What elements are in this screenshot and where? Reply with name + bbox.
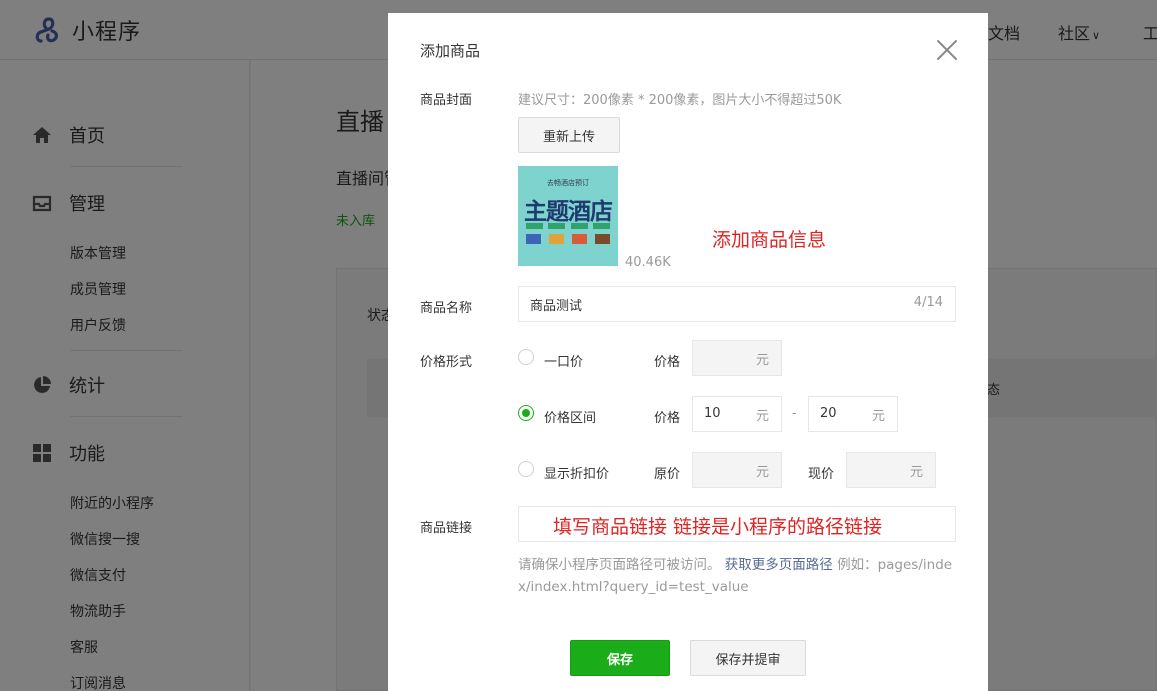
save-and-submit-button[interactable]: 保存并提审 <box>690 640 806 676</box>
price-field-label: 价格 <box>654 411 681 426</box>
file-size: 40.46K <box>625 255 671 270</box>
link-help-text: 请确保小程序页面路径可被访问。 获取更多页面路径 例如：pages/index/… <box>518 554 958 598</box>
product-name-input[interactable]: 商品测试 4/14 <box>518 286 956 322</box>
more-paths-link[interactable]: 获取更多页面路径 <box>725 557 833 573</box>
unit-label: 元 <box>871 409 885 424</box>
original-price-label: 原价 <box>654 467 681 482</box>
price-range-max-input[interactable]: 20 元 <box>808 396 898 432</box>
price-format-label: 价格形式 <box>420 355 473 370</box>
unit-label: 元 <box>755 465 769 480</box>
add-product-dialog: 添加商品 商品封面 建议尺寸：200像素 * 200像素，图片大小不得超过50K… <box>388 13 988 691</box>
radio-discount-price[interactable] <box>518 461 534 477</box>
cover-label: 商品封面 <box>420 93 473 108</box>
radio-price-range-label[interactable]: 价格区间 <box>544 407 596 426</box>
range-separator: - <box>792 406 797 421</box>
annotation-link: 填写商品链接 链接是小程序的路径链接 <box>553 516 883 538</box>
current-price-label: 现价 <box>808 467 835 482</box>
price-range-max-value: 20 <box>820 406 837 421</box>
save-button[interactable]: 保存 <box>570 640 670 676</box>
radio-fixed-price-label[interactable]: 一口价 <box>544 351 583 370</box>
cover-hint: 建议尺寸：200像素 * 200像素，图片大小不得超过50K <box>518 93 842 108</box>
original-price-input[interactable]: 元 <box>692 452 782 488</box>
cover-image-icons <box>526 234 610 244</box>
cover-image-caption: 去畅酒店预订 <box>547 179 589 187</box>
link-help-prefix: 请确保小程序页面路径可被访问。 <box>518 557 721 573</box>
unit-label: 元 <box>909 465 923 480</box>
radio-fixed-price[interactable] <box>518 349 534 365</box>
link-label: 商品链接 <box>420 521 473 536</box>
cover-image-tags <box>526 223 610 229</box>
product-link-input[interactable]: 填写商品链接 链接是小程序的路径链接 <box>518 506 956 542</box>
reupload-button[interactable]: 重新上传 <box>518 117 620 153</box>
dialog-title: 添加商品 <box>420 42 481 60</box>
char-counter: 4/14 <box>913 295 943 310</box>
annotation-add-info: 添加商品信息 <box>712 229 827 251</box>
unit-label: 元 <box>755 409 769 424</box>
radio-price-range[interactable] <box>518 405 534 421</box>
cover-image-title: 主题酒店 <box>524 199 613 225</box>
price-field-label: 价格 <box>654 355 681 370</box>
unit-label: 元 <box>755 353 769 368</box>
name-label: 商品名称 <box>420 301 473 316</box>
price-range-min-value: 10 <box>704 406 721 421</box>
radio-discount-price-label[interactable]: 显示折扣价 <box>544 463 609 482</box>
close-icon[interactable] <box>936 39 958 61</box>
cover-image[interactable]: 去畅酒店预订 主题酒店 <box>518 166 618 266</box>
product-name-value: 商品测试 <box>530 298 583 314</box>
fixed-price-input[interactable]: 元 <box>692 340 782 376</box>
current-price-input[interactable]: 元 <box>846 452 936 488</box>
price-range-min-input[interactable]: 10 元 <box>692 396 782 432</box>
